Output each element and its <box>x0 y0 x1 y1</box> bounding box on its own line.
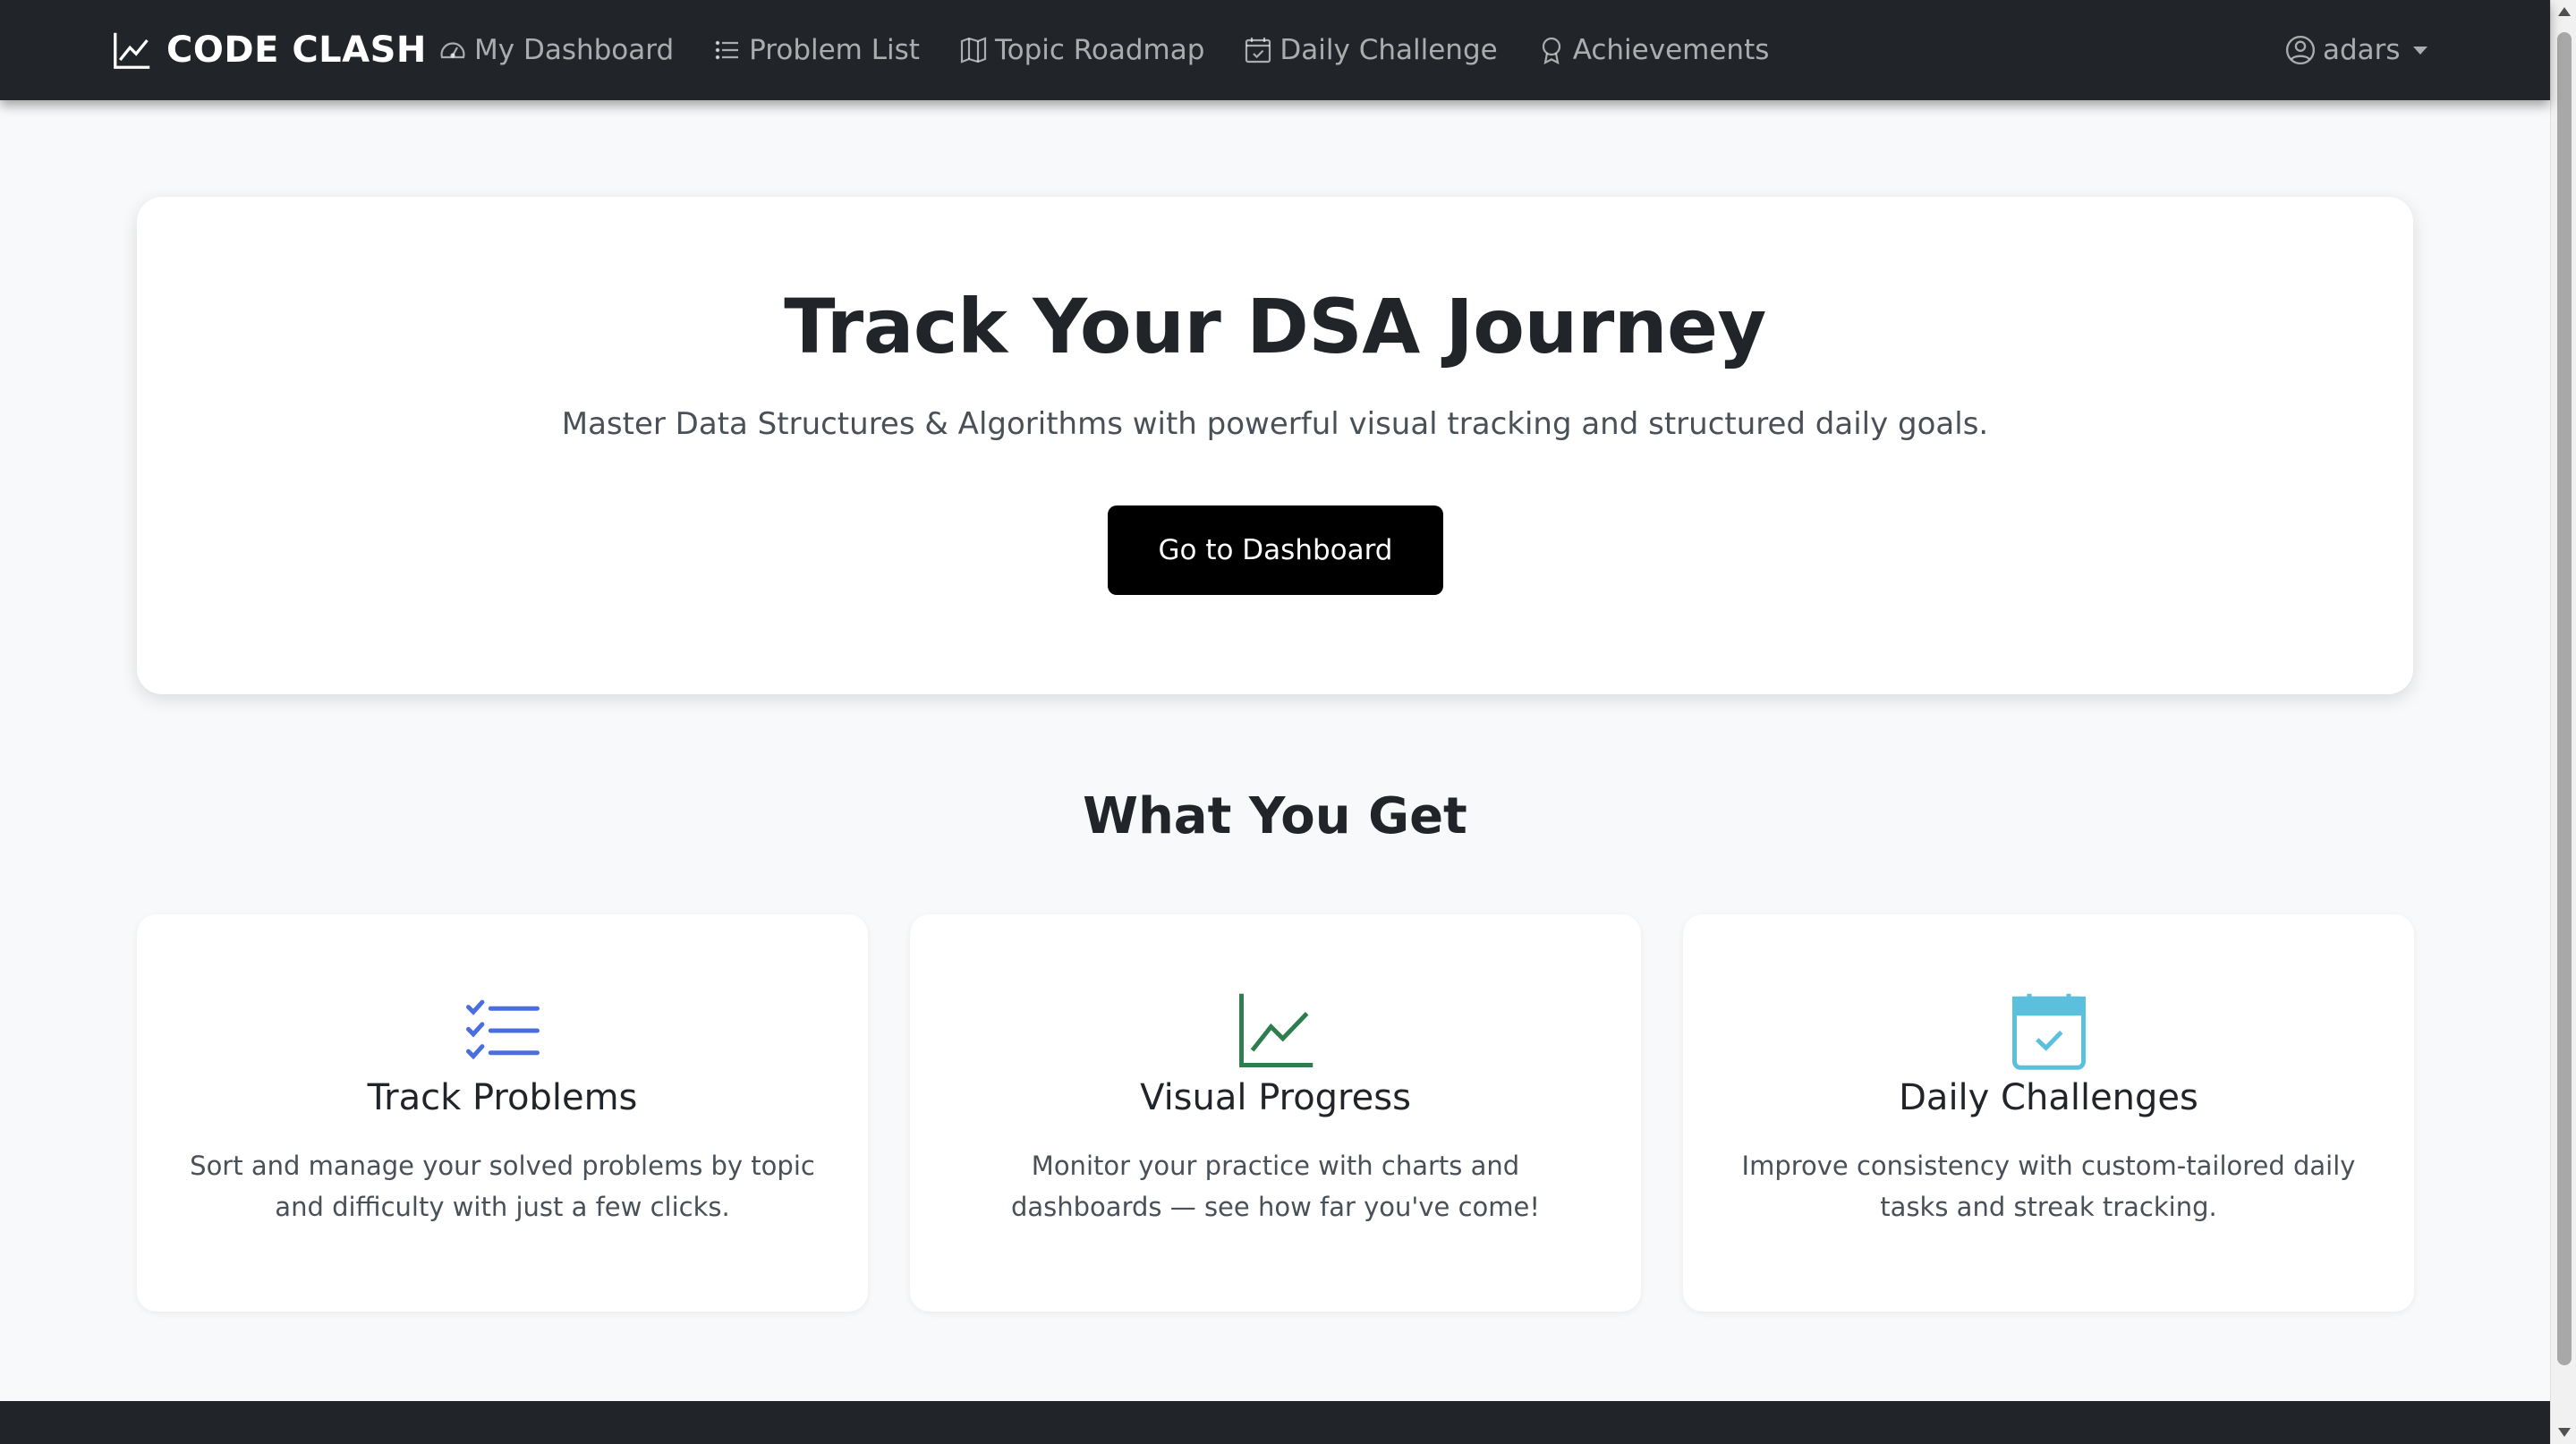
user-menu-dropdown[interactable]: adars <box>2285 25 2427 75</box>
chevron-down-icon <box>2412 46 2427 55</box>
features-title: What You Get <box>1083 787 1467 845</box>
navbar: CODE CLASH My Dashboard Problem List Top… <box>0 0 2550 100</box>
calendar-check-icon <box>2011 993 2086 1070</box>
nav-achievements[interactable]: Achievements <box>1537 34 1770 66</box>
scroll-up-arrow-icon[interactable] <box>2558 7 2571 16</box>
scrollbar[interactable] <box>2550 0 2576 1444</box>
scrollbar-thumb[interactable] <box>2557 32 2572 1365</box>
graph-up-icon <box>114 32 150 69</box>
map-icon <box>960 37 987 64</box>
nav-my-dashboard[interactable]: My Dashboard <box>438 34 674 66</box>
nav-label: Topic Roadmap <box>994 34 1205 66</box>
feature-card-track-problems: Track Problems Sort and manage your solv… <box>137 914 868 1312</box>
list-icon <box>715 40 739 60</box>
hero-card: Track Your DSA Journey Master Data Struc… <box>137 197 2413 694</box>
footer <box>0 1401 2550 1444</box>
speedometer-icon <box>440 42 465 59</box>
nav-label: Daily Challenge <box>1279 34 1498 66</box>
list-check-icon <box>465 999 540 1060</box>
nav-links: My Dashboard Problem List Topic Roadmap <box>438 25 1769 75</box>
nav-daily-challenge[interactable]: Daily Challenge <box>1244 34 1498 66</box>
feature-card-daily-challenges: Daily Challenges Improve consistency wit… <box>1683 914 2414 1312</box>
username: adars <box>2323 34 2401 66</box>
brand-link[interactable]: CODE CLASH <box>113 25 427 75</box>
award-icon <box>1542 37 1560 64</box>
feature-text: Sort and manage your solved problems by … <box>190 1151 815 1222</box>
feature-title: Track Problems <box>367 1077 638 1118</box>
feature-card-visual-progress: Visual Progress Monitor your practice wi… <box>910 914 1641 1312</box>
nav-label: Problem List <box>749 34 920 66</box>
nav-label: Achievements <box>1572 34 1770 66</box>
calendar-check-icon <box>1245 38 1271 64</box>
feature-text: Monitor your practice with charts and da… <box>1010 1151 1541 1222</box>
nav-topic-roadmap[interactable]: Topic Roadmap <box>959 34 1204 66</box>
hero-title: Track Your DSA Journey <box>784 283 1766 370</box>
hero-subtitle: Master Data Structures & Algorithms with… <box>561 406 1989 442</box>
scroll-down-arrow-icon[interactable] <box>2558 1428 2571 1437</box>
feature-title: Daily Challenges <box>1899 1077 2198 1118</box>
brand-name: CODE CLASH <box>166 30 427 71</box>
person-circle-icon <box>2285 35 2316 65</box>
graph-up-icon <box>1238 993 1313 1067</box>
go-to-dashboard-button[interactable]: Go to Dashboard <box>1108 505 1443 595</box>
nav-problem-list[interactable]: Problem List <box>713 34 920 66</box>
feature-text: Improve consistency with custom-tailored… <box>1741 1151 2356 1222</box>
nav-label: My Dashboard <box>474 34 675 66</box>
feature-title: Visual Progress <box>1140 1077 1411 1118</box>
